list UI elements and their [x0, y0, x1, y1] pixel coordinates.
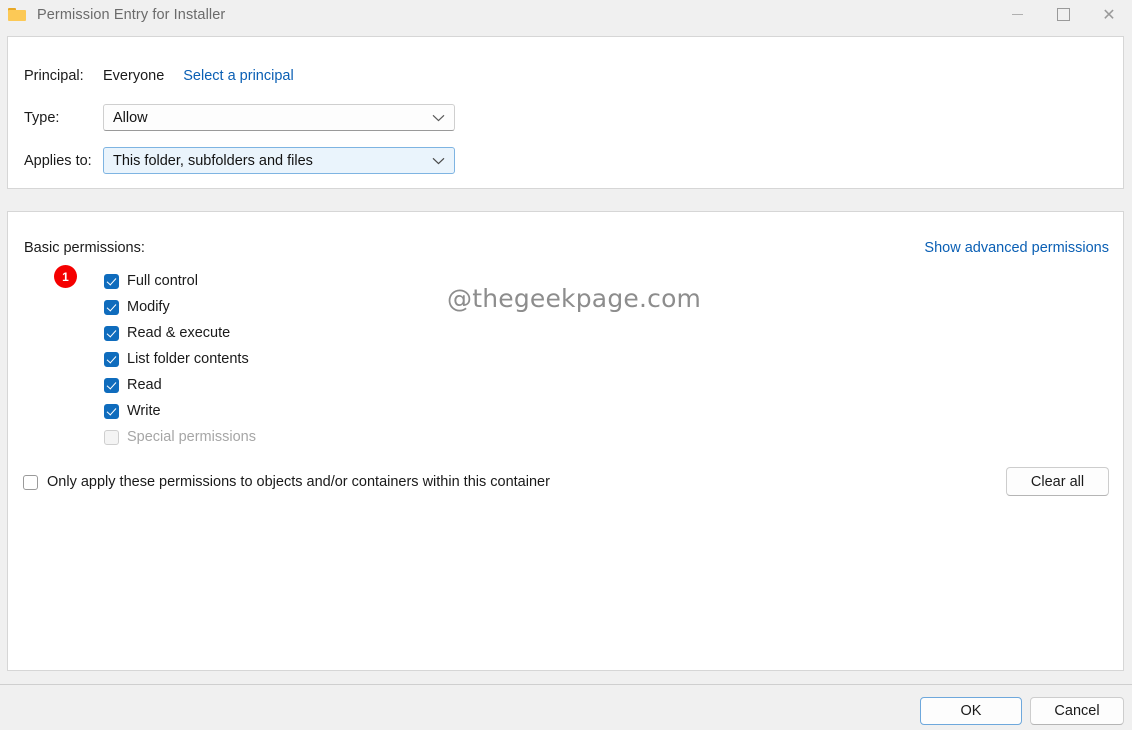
ok-button[interactable]: OK — [920, 697, 1022, 725]
principal-row: Principal: Everyone Select a principal — [24, 68, 294, 84]
window-controls: ✕ — [994, 0, 1132, 29]
permissions-list: Full control Modify Read & execute List fol… — [104, 268, 256, 450]
permission-checkbox[interactable] — [104, 377, 119, 393]
principal-panel: Principal: Everyone Select a principal T… — [7, 36, 1124, 189]
chevron-down-icon — [432, 153, 445, 169]
permission-label: Modify — [127, 299, 170, 315]
permission-checkbox[interactable] — [104, 351, 119, 367]
chevron-down-icon — [432, 110, 445, 126]
only-apply-label: Only apply these permissions to objects … — [47, 474, 550, 490]
title-bar: Permission Entry for Installer ✕ — [0, 0, 1132, 29]
applies-to-row: Applies to: This folder, subfolders and … — [24, 147, 455, 174]
permission-label: Read & execute — [127, 325, 231, 341]
type-dropdown-value: Allow — [113, 109, 148, 126]
permission-row[interactable]: Read & execute — [104, 320, 256, 346]
permission-checkbox[interactable] — [104, 273, 119, 289]
only-apply-checkbox[interactable] — [23, 474, 38, 490]
permissions-panel: Basic permissions: Show advanced permiss… — [7, 211, 1124, 671]
permission-label: Read — [127, 377, 162, 393]
permission-row[interactable]: Full control — [104, 268, 256, 294]
permission-row: Special permissions — [104, 424, 256, 450]
permission-label: Full control — [127, 273, 198, 289]
footer-divider — [0, 684, 1132, 685]
permission-label: List folder contents — [127, 351, 249, 367]
principal-label: Principal: — [24, 68, 84, 84]
applies-to-label: Applies to: — [24, 152, 92, 169]
window-title: Permission Entry for Installer — [37, 6, 226, 23]
permission-row[interactable]: Read — [104, 372, 256, 398]
minimize-icon[interactable] — [994, 0, 1040, 29]
cancel-button[interactable]: Cancel — [1030, 697, 1124, 725]
permission-checkbox[interactable] — [104, 299, 119, 315]
permission-checkbox[interactable] — [104, 325, 119, 341]
watermark: @thegeekpage.com — [447, 284, 702, 313]
select-a-principal-link[interactable]: Select a principal — [183, 68, 293, 84]
applies-to-dropdown[interactable]: This folder, subfolders and files — [103, 147, 455, 174]
applies-to-dropdown-value: This folder, subfolders and files — [113, 152, 313, 169]
clear-all-button[interactable]: Clear all — [1006, 467, 1109, 496]
show-advanced-permissions-link[interactable]: Show advanced permissions — [924, 240, 1109, 256]
close-icon[interactable]: ✕ — [1086, 0, 1132, 29]
permission-checkbox — [104, 429, 119, 445]
type-row: Type: Allow — [24, 104, 455, 131]
permission-row[interactable]: List folder contents — [104, 346, 256, 372]
basic-permissions-label: Basic permissions: — [24, 240, 145, 256]
permission-row[interactable]: Modify — [104, 294, 256, 320]
maximize-icon[interactable] — [1040, 0, 1086, 29]
permission-checkbox[interactable] — [104, 403, 119, 419]
permission-row[interactable]: Write — [104, 398, 256, 424]
permission-label: Special permissions — [127, 429, 256, 445]
permission-label: Write — [127, 403, 161, 419]
annotation-badge-1: 1 — [54, 265, 77, 288]
type-dropdown[interactable]: Allow — [103, 104, 455, 131]
principal-value: Everyone — [103, 68, 165, 84]
only-apply-checkbox-row[interactable]: Only apply these permissions to objects … — [23, 474, 550, 490]
folder-icon — [8, 7, 28, 23]
type-label: Type: — [24, 109, 60, 126]
